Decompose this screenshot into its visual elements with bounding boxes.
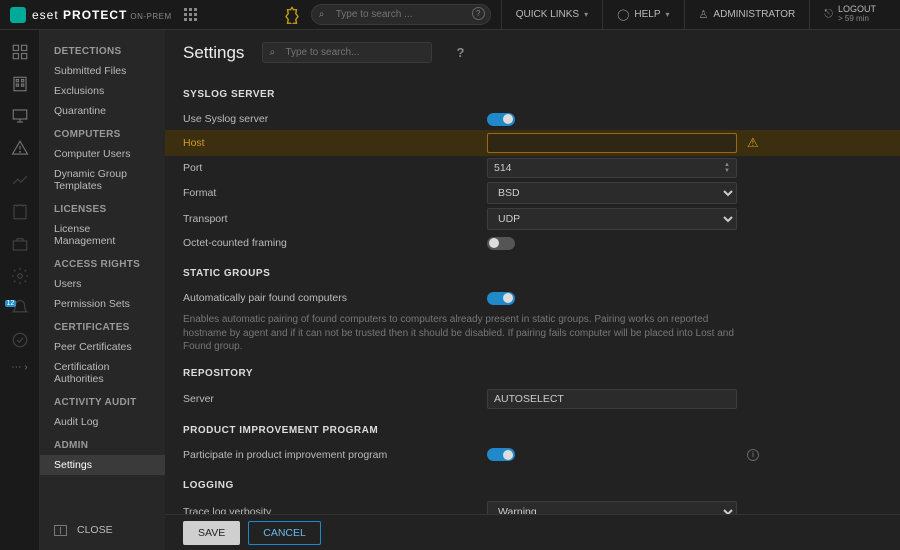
- user-icon: ♙: [699, 8, 709, 21]
- sidebar-item[interactable]: Quarantine: [40, 101, 165, 121]
- sidebar-item[interactable]: Settings: [40, 455, 165, 475]
- label-format: Format: [183, 187, 487, 199]
- sidebar-heading: CERTIFICATES: [40, 314, 165, 337]
- select-transport[interactable]: UDP: [487, 208, 737, 230]
- nav-policies-icon[interactable]: [8, 264, 32, 288]
- sidebar-item[interactable]: License Management: [40, 219, 165, 251]
- sidebar: DETECTIONSSubmitted FilesExclusionsQuara…: [40, 30, 165, 550]
- help-menu[interactable]: ◯HELP▾: [602, 0, 683, 29]
- sidebar-item[interactable]: Computer Users: [40, 144, 165, 164]
- topbar: eset PROTECTON-PREM ⌕ ? QUICK LINKS▾ ◯HE…: [0, 0, 900, 30]
- sidebar-item[interactable]: Users: [40, 274, 165, 294]
- sidebar-heading: ADMIN: [40, 432, 165, 455]
- section-syslog: SYSLOG SERVER: [183, 89, 882, 100]
- sidebar-item[interactable]: Submitted Files: [40, 61, 165, 81]
- page-help-icon[interactable]: ?: [456, 45, 464, 60]
- section-repo: REPOSITORY: [183, 368, 882, 379]
- section-static: STATIC GROUPS: [183, 268, 882, 279]
- help-icon: ◯: [617, 8, 629, 21]
- nav-dashboard-icon[interactable]: [8, 40, 32, 64]
- icon-rail: 12 ⋯›: [0, 30, 40, 550]
- sidebar-item[interactable]: Permission Sets: [40, 294, 165, 314]
- label-octet: Octet-counted framing: [183, 237, 487, 249]
- rail-expand[interactable]: ⋯›: [11, 362, 27, 373]
- chevron-down-icon: ▾: [584, 10, 588, 19]
- settings-body: SYSLOG SERVER Use Syslog server Host ⚠ Po…: [165, 75, 900, 514]
- logout-icon: ⎋: [824, 8, 833, 21]
- sidebar-close[interactable]: CLOSE: [40, 518, 165, 542]
- section-logging: LOGGING: [183, 480, 882, 491]
- main-panel: Settings ⌕ ? SYSLOG SERVER Use Syslog se…: [165, 30, 900, 550]
- toggle-participate[interactable]: [487, 448, 515, 461]
- nav-tasks-icon[interactable]: [8, 200, 32, 224]
- nav-threats-icon[interactable]: [8, 136, 32, 160]
- footer: SAVE CANCEL: [165, 514, 900, 550]
- admin-menu[interactable]: ♙ADMINISTRATOR: [684, 0, 810, 29]
- label-server: Server: [183, 393, 487, 405]
- sidebar-item[interactable]: Certification Authorities: [40, 357, 165, 389]
- section-pip: PRODUCT IMPROVEMENT PROGRAM: [183, 425, 882, 436]
- select-format[interactable]: BSD: [487, 182, 737, 204]
- page-header: Settings ⌕ ?: [165, 30, 900, 75]
- nav-installers-icon[interactable]: [8, 232, 32, 256]
- label-port: Port: [183, 162, 487, 174]
- brand-icon: [10, 7, 26, 23]
- nav-notifications-icon[interactable]: 12: [8, 296, 32, 320]
- more-icon: ⋯: [11, 362, 21, 373]
- sidebar-heading: ACTIVITY AUDIT: [40, 389, 165, 412]
- brand-text: eset PROTECTON-PREM: [32, 8, 172, 22]
- nav-status-icon[interactable]: [8, 328, 32, 352]
- sidebar-heading: DETECTIONS: [40, 38, 165, 61]
- apps-grid-icon[interactable]: [184, 8, 197, 21]
- warning-icon[interactable]: ⚠: [747, 135, 759, 151]
- chevron-right-icon: ›: [24, 362, 27, 373]
- label-participate: Participate in product improvement progr…: [183, 449, 487, 461]
- input-server[interactable]: [487, 389, 737, 409]
- sidebar-heading: ACCESS RIGHTS: [40, 251, 165, 274]
- sidebar-heading: LICENSES: [40, 196, 165, 219]
- chevron-down-icon: ▾: [666, 10, 670, 19]
- label-use-syslog: Use Syslog server: [183, 113, 487, 125]
- global-search-input[interactable]: [311, 4, 491, 25]
- logout-button[interactable]: ⎋LOGOUT> 59 min: [809, 0, 890, 29]
- brand-logo: eset PROTECTON-PREM: [10, 7, 172, 23]
- sidebar-heading: COMPUTERS: [40, 121, 165, 144]
- label-verbosity: Trace log verbosity: [183, 506, 487, 515]
- sidebar-item[interactable]: Peer Certificates: [40, 337, 165, 357]
- settings-search-input[interactable]: [262, 42, 432, 63]
- sidebar-item[interactable]: Dynamic Group Templates: [40, 164, 165, 196]
- select-verbosity[interactable]: Warning: [487, 501, 737, 515]
- global-search[interactable]: ⌕ ?: [311, 4, 491, 25]
- search-icon: ⌕: [269, 47, 275, 58]
- label-host: Host: [183, 137, 487, 149]
- toggle-use-syslog[interactable]: [487, 113, 515, 126]
- quick-links-menu[interactable]: QUICK LINKS▾: [501, 0, 602, 29]
- toggle-octet[interactable]: [487, 237, 515, 250]
- sidebar-item[interactable]: Audit Log: [40, 412, 165, 432]
- label-transport: Transport: [183, 213, 487, 225]
- toggle-autopair[interactable]: [487, 292, 515, 305]
- search-help-icon[interactable]: ?: [472, 7, 485, 20]
- nav-computers-icon[interactable]: [8, 72, 32, 96]
- label-autopair: Automatically pair found computers: [183, 292, 487, 304]
- input-port[interactable]: [487, 158, 737, 178]
- nav-monitor-icon[interactable]: [8, 104, 32, 128]
- save-button[interactable]: SAVE: [183, 521, 240, 545]
- desc-autopair: Enables automatic pairing of found compu…: [183, 313, 743, 354]
- input-host[interactable]: [487, 133, 737, 153]
- nav-reports-icon[interactable]: [8, 168, 32, 192]
- sidebar-item[interactable]: Exclusions: [40, 81, 165, 101]
- cancel-button[interactable]: CANCEL: [248, 521, 321, 545]
- spinner-icon[interactable]: ▲▼: [724, 159, 734, 177]
- settings-search[interactable]: ⌕: [262, 42, 432, 63]
- notification-icon[interactable]: [283, 6, 301, 24]
- page-title: Settings: [183, 43, 244, 63]
- collapse-icon: [54, 525, 67, 536]
- info-icon[interactable]: i: [747, 449, 759, 461]
- notification-badge: 12: [5, 300, 17, 307]
- search-icon: ⌕: [319, 9, 325, 20]
